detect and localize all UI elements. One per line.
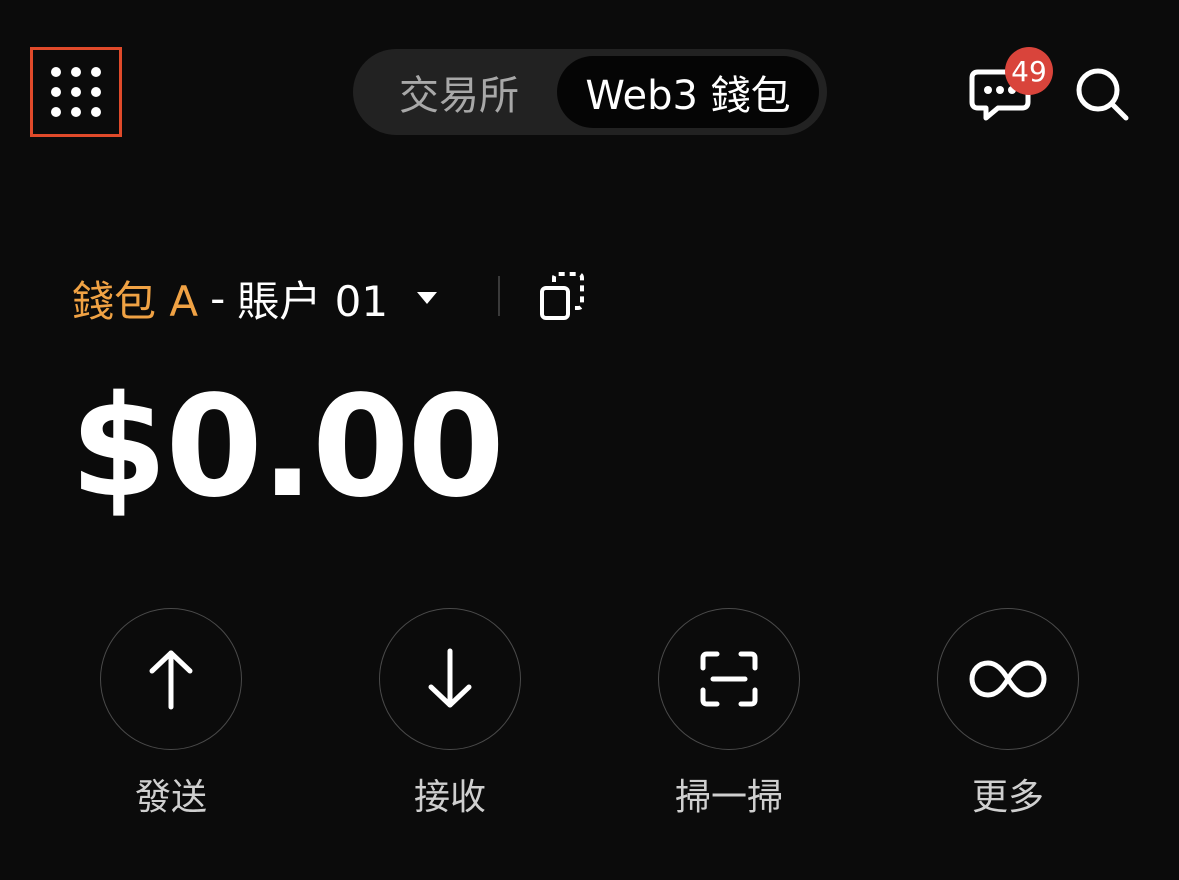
divider: [498, 276, 500, 316]
more-button-circle[interactable]: [937, 608, 1079, 750]
total-balance: $0.00: [70, 366, 505, 529]
send-button[interactable]: 發送: [99, 608, 243, 820]
switch-icon: [540, 272, 584, 320]
scan-icon: [700, 651, 758, 707]
search-icon: [1076, 68, 1129, 121]
receive-button[interactable]: 接收: [378, 608, 522, 820]
arrow-down-icon: [428, 648, 472, 708]
scan-button-circle[interactable]: [658, 608, 800, 750]
scan-label: 掃一掃: [674, 777, 783, 818]
infinity-icon: [969, 660, 1047, 698]
menu-button[interactable]: [30, 47, 122, 137]
more-label: 更多: [971, 777, 1044, 818]
mode-switcher: 交易所 Web3 錢包: [353, 49, 827, 135]
arrow-up-icon: [149, 650, 193, 710]
receive-label: 接收: [413, 777, 486, 818]
switch-account-button[interactable]: [538, 270, 586, 322]
account-selector[interactable]: 錢包 A - 賬户 01: [72, 268, 438, 328]
send-label: 發送: [134, 777, 207, 818]
account-separator: -: [210, 273, 226, 323]
grid-dots-icon: [51, 67, 101, 117]
notification-badge: 49: [1005, 47, 1053, 95]
tab-web3-wallet[interactable]: Web3 錢包: [557, 56, 819, 128]
tab-exchange[interactable]: 交易所: [361, 56, 557, 128]
search-button[interactable]: [1074, 66, 1130, 122]
wallet-name: 錢包 A: [72, 276, 199, 326]
receive-button-circle[interactable]: [379, 608, 521, 750]
scan-button[interactable]: 掃一掃: [657, 608, 801, 820]
more-button[interactable]: 更多: [936, 608, 1080, 820]
account-name: 賬户 01: [237, 276, 389, 326]
wallet-home-screen: 交易所 Web3 錢包 49 錢包 A - 賬户 01 $0.00 發送 接收 …: [0, 0, 1179, 880]
caret-down-icon: [417, 292, 438, 304]
send-button-circle[interactable]: [100, 608, 242, 750]
